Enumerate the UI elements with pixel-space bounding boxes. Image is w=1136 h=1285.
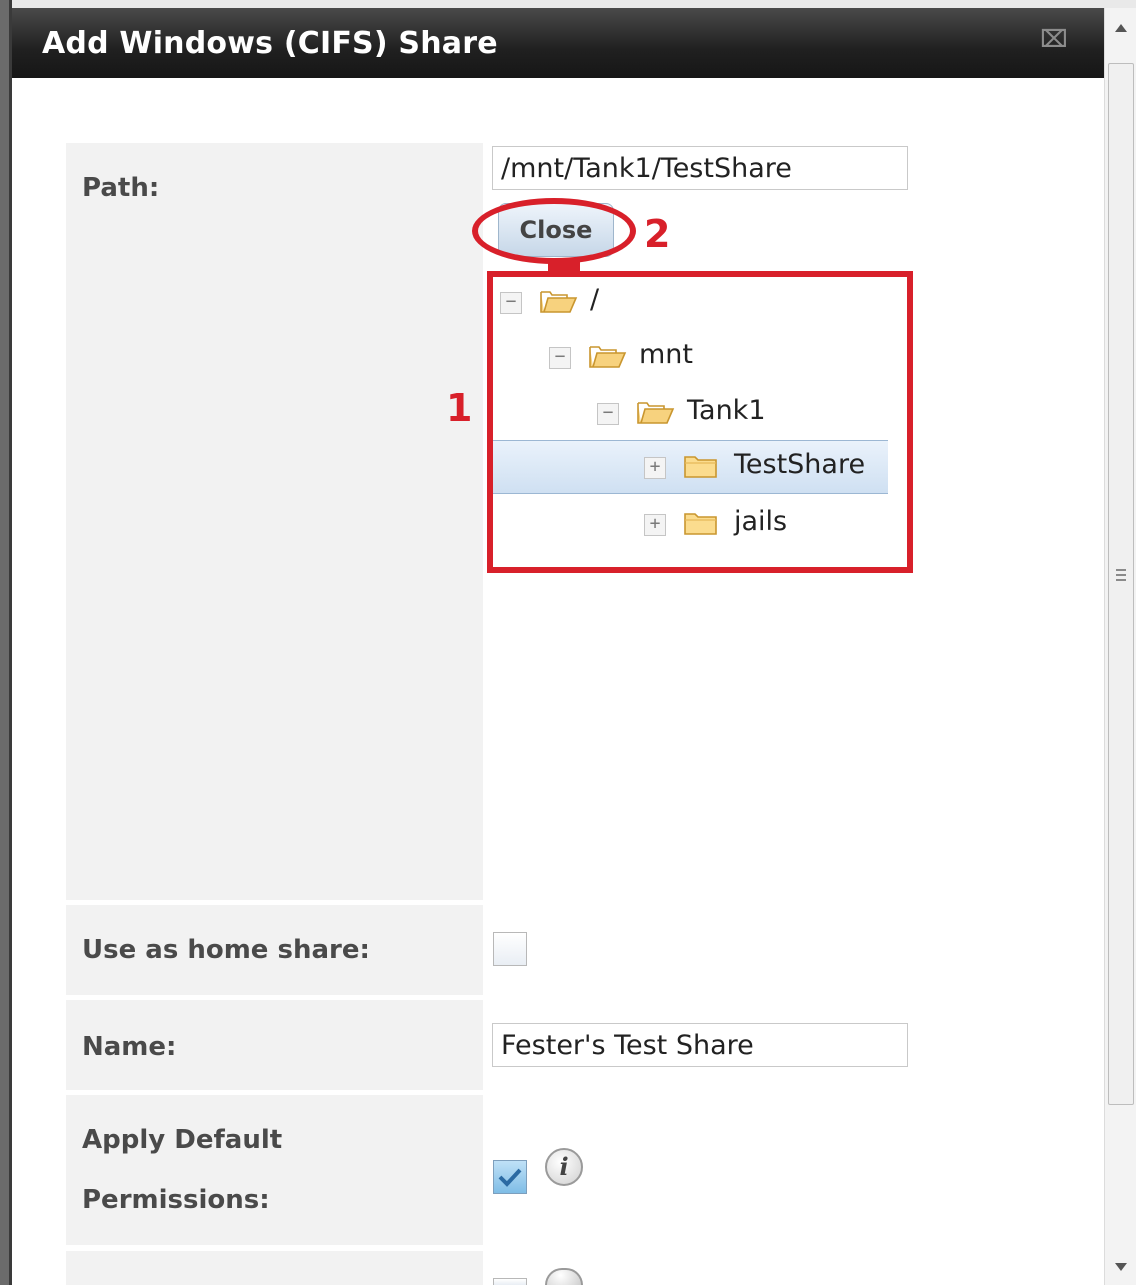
path-label: Path:: [82, 173, 160, 203]
apply-permissions-label-line1: Apply Default: [82, 1125, 283, 1155]
next-row-label-cell: [66, 1251, 483, 1285]
tree-node-label[interactable]: mnt: [639, 339, 693, 370]
expand-icon[interactable]: +: [644, 457, 666, 479]
tree-node-label[interactable]: Tank1: [687, 395, 766, 426]
dialog-close-icon[interactable]: ⌧: [1040, 26, 1068, 52]
path-input[interactable]: [492, 146, 908, 190]
name-label-cell: Name:: [66, 1000, 483, 1090]
home-share-checkbox[interactable]: [493, 932, 527, 966]
tree-node-label[interactable]: /: [590, 284, 599, 315]
folder-icon: [684, 510, 717, 535]
folder-open-icon: [589, 343, 627, 368]
tree-node-label[interactable]: TestShare: [734, 449, 865, 480]
expand-icon[interactable]: +: [644, 514, 666, 536]
scrollbar[interactable]: [1104, 8, 1136, 1285]
name-label: Name:: [82, 1032, 177, 1062]
checkmark-icon: [498, 1168, 522, 1187]
scroll-up-arrow-icon[interactable]: [1115, 24, 1127, 32]
annotation-marker-1: 1: [446, 386, 473, 430]
home-share-label: Use as home share:: [82, 935, 370, 965]
next-row-checkbox[interactable]: [493, 1278, 527, 1285]
scrollbar-grip-icon: [1116, 569, 1126, 583]
annotation-marker-2: 2: [644, 212, 671, 256]
collapse-icon[interactable]: −: [597, 403, 619, 425]
background-window-edge: [0, 0, 12, 1285]
collapse-icon[interactable]: −: [500, 292, 522, 314]
name-input[interactable]: [492, 1023, 908, 1067]
info-icon[interactable]: i: [545, 1148, 583, 1186]
annotation-ellipse: [472, 198, 636, 264]
apply-permissions-checkbox[interactable]: [493, 1160, 527, 1194]
folder-open-icon: [637, 399, 675, 424]
scrollbar-thumb[interactable]: [1108, 63, 1134, 1105]
apply-permissions-label-line2: Permissions:: [82, 1185, 270, 1215]
dialog-title: Add Windows (CIFS) Share: [42, 26, 498, 61]
home-share-label-cell: Use as home share:: [66, 905, 483, 995]
tree-node-label[interactable]: jails: [734, 506, 787, 537]
path-label-cell: Path:: [66, 143, 483, 900]
dialog-titlebar: Add Windows (CIFS) Share ⌧: [12, 8, 1104, 78]
collapse-icon[interactable]: −: [549, 347, 571, 369]
folder-open-icon: [540, 288, 578, 313]
folder-icon: [684, 453, 717, 478]
scroll-down-arrow-icon[interactable]: [1115, 1263, 1127, 1271]
apply-permissions-label-cell: Apply Default Permissions:: [66, 1095, 483, 1245]
